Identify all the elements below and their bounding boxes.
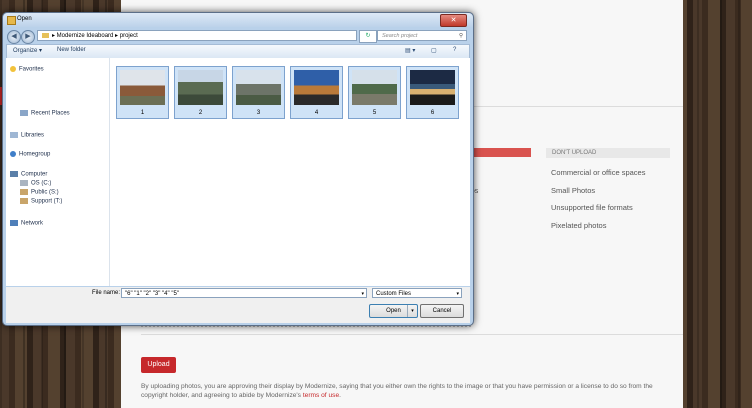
nav-computer[interactable]: Computer xyxy=(10,171,47,178)
file-type-select[interactable]: Custom Files ▾ xyxy=(372,288,462,298)
file-name: 1 xyxy=(140,110,145,116)
nav-label: Favorites xyxy=(19,66,44,73)
address-path: ▸ Modernize Ideaboard ▸ project xyxy=(52,33,138,39)
image-icon xyxy=(410,70,455,105)
nav-label: Computer xyxy=(21,171,48,178)
open-file-dialog: Open ✕ ◀ ▶ ▸ Modernize Ideaboard ▸ proje… xyxy=(2,12,474,326)
address-row: ◀ ▶ ▸ Modernize Ideaboard ▸ project ↻ Se… xyxy=(3,28,473,44)
nav-drive-c[interactable]: OS (C:) xyxy=(20,180,51,187)
search-icon: ⚲ xyxy=(458,33,463,39)
disclaimer-end: . xyxy=(339,392,341,399)
nav-recent-places[interactable]: Recent Places xyxy=(20,110,70,117)
dont-upload-header: DON'T UPLOAD xyxy=(546,148,670,158)
file-thumbnail[interactable]: 3 xyxy=(232,66,285,119)
chevron-down-icon[interactable]: ▾ xyxy=(407,305,417,317)
upload-button[interactable]: Upload xyxy=(141,357,176,373)
file-name: 6 xyxy=(430,110,435,116)
folder-icon xyxy=(7,16,16,25)
search-placeholder: Search project xyxy=(382,33,418,39)
nav-favorites[interactable]: Favorites xyxy=(10,66,44,73)
view-options-icon[interactable]: ▤ ▾ xyxy=(405,47,415,54)
file-name-input[interactable]: "6" "1" "2" "3" "4" "5" ▾ xyxy=(121,288,367,298)
nav-homegroup[interactable]: Homegroup xyxy=(10,151,50,158)
open-button[interactable]: Open ▾ xyxy=(369,304,418,318)
list-item: Commercial or office spaces xyxy=(551,168,646,177)
refresh-icon[interactable]: ↻ xyxy=(359,30,377,43)
file-name: 2 xyxy=(198,110,203,116)
nav-label: Public (S:) xyxy=(31,189,59,196)
chevron-down-icon[interactable]: ▾ xyxy=(361,289,364,299)
nav-label: Libraries xyxy=(21,132,45,139)
file-thumbnail[interactable]: 5 xyxy=(348,66,401,119)
help-icon[interactable]: ? xyxy=(453,47,456,53)
file-list: 1 2 3 4 5 6 xyxy=(110,58,470,286)
nav-libraries[interactable]: Libraries xyxy=(10,132,44,139)
address-bar[interactable]: ▸ Modernize Ideaboard ▸ project xyxy=(37,30,357,41)
new-folder-button[interactable]: New folder xyxy=(57,47,86,53)
list-item: Small Photos xyxy=(551,185,596,195)
list-item: Pixelated photos xyxy=(551,220,607,230)
nav-drive-s[interactable]: Public (S:) xyxy=(20,189,59,196)
nav-network[interactable]: Network xyxy=(10,220,43,227)
file-name: 5 xyxy=(372,110,377,116)
image-icon xyxy=(352,70,397,105)
toolbar: Organize ▾ New folder ▤ ▾ ▢ ? xyxy=(6,44,470,59)
file-name-value: "6" "1" "2" "3" "4" "5" xyxy=(125,291,179,297)
navigation-pane: Favorites Recent Places Libraries Homegr… xyxy=(6,58,110,286)
homegroup-icon xyxy=(10,151,16,157)
preview-pane-icon[interactable]: ▢ xyxy=(431,47,437,54)
dialog-footer: File name: "6" "1" "2" "3" "4" "5" ▾ Cus… xyxy=(6,287,470,323)
image-icon xyxy=(236,70,281,105)
nav-label: Network xyxy=(21,220,44,227)
dialog-title: Open xyxy=(17,16,32,22)
network-drive-icon xyxy=(20,198,28,204)
file-name-label: File name: xyxy=(92,290,121,296)
nav-label: OS (C:) xyxy=(31,180,52,187)
file-name: 4 xyxy=(314,110,319,116)
title-bar[interactable]: Open ✕ xyxy=(3,13,473,27)
file-name: 3 xyxy=(256,110,261,116)
nav-label: Homegroup xyxy=(19,151,51,158)
forward-icon[interactable]: ▶ xyxy=(21,30,35,44)
nav-label: Support (T:) xyxy=(31,198,63,205)
recent-places-icon xyxy=(20,110,28,116)
star-icon xyxy=(10,66,16,72)
list-item: Unsupported file formats xyxy=(551,203,633,212)
file-thumbnail[interactable]: 6 xyxy=(406,66,459,119)
network-drive-icon xyxy=(20,189,28,195)
search-input[interactable]: Search project ⚲ xyxy=(377,30,467,41)
disclaimer-text: By uploading photos, you are approving t… xyxy=(141,383,653,399)
network-icon xyxy=(10,220,18,226)
file-thumbnail[interactable]: 2 xyxy=(174,66,227,119)
file-thumbnail[interactable]: 4 xyxy=(290,66,343,119)
open-label: Open xyxy=(386,308,401,314)
back-icon[interactable]: ◀ xyxy=(7,30,21,44)
nav-label: Recent Places xyxy=(31,110,70,117)
drive-icon xyxy=(20,180,28,186)
computer-icon xyxy=(10,171,18,177)
terms-link[interactable]: terms of use xyxy=(303,392,339,399)
image-icon xyxy=(294,70,339,105)
nav-drive-t[interactable]: Support (T:) xyxy=(20,198,62,205)
image-icon xyxy=(178,70,223,105)
image-icon xyxy=(120,70,165,105)
cancel-button[interactable]: Cancel xyxy=(420,304,464,318)
file-thumbnail[interactable]: 1 xyxy=(116,66,169,119)
organize-menu[interactable]: Organize ▾ xyxy=(13,47,42,54)
divider xyxy=(141,334,683,335)
folder-icon xyxy=(42,32,49,38)
file-type-value: Custom Files xyxy=(376,291,412,297)
close-button[interactable]: ✕ xyxy=(440,14,467,27)
libraries-icon xyxy=(10,132,18,138)
disclaimer: By uploading photos, you are approving t… xyxy=(141,382,681,400)
dont-upload-list: Commercial or office spaces Small Photos… xyxy=(551,168,645,238)
chevron-down-icon: ▾ xyxy=(456,291,459,297)
